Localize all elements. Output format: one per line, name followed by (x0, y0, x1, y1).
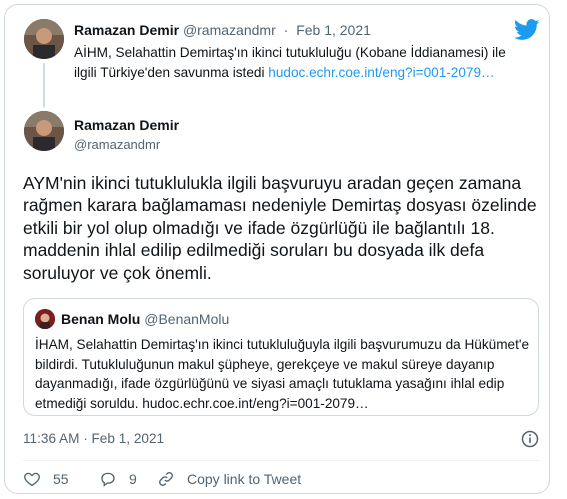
reply-icon (101, 472, 115, 487)
info-icon[interactable] (521, 430, 539, 448)
parent-author-handle[interactable]: @ramazandmr (183, 22, 276, 38)
quoted-tweet[interactable]: Benan Molu @BenanMolu İHAM, Selahattin D… (23, 298, 539, 416)
reply-button[interactable]: 9 (99, 470, 137, 488)
quoted-header: Benan Molu @BenanMolu (61, 311, 229, 327)
quoted-author-name: Benan Molu (61, 311, 141, 327)
author-handle[interactable]: @ramazandmr (74, 137, 160, 152)
quoted-tweet-text: İHAM, Selahattin Demirtaş'ın ikinci tutu… (35, 337, 530, 411)
author-name[interactable]: Ramazan Demir (74, 117, 179, 133)
heart-icon (24, 472, 40, 487)
tweet-timestamp[interactable]: 11:36 AM · Feb 1, 2021 (23, 431, 164, 446)
parent-date[interactable]: Feb 1, 2021 (296, 22, 371, 38)
thread-connector-line (43, 63, 45, 107)
parent-author-name[interactable]: Ramazan Demir (74, 22, 179, 38)
parent-header: Ramazan Demir @ramazandmr · Feb 1, 2021 (74, 22, 371, 38)
link-icon (159, 472, 173, 486)
quoted-author-handle: @BenanMolu (144, 311, 230, 327)
quoted-author-avatar (35, 309, 55, 329)
copy-link-label: Copy link to Tweet (187, 471, 302, 487)
parent-avatar[interactable] (24, 19, 64, 59)
like-count: 55 (53, 471, 69, 487)
actions-divider (23, 460, 539, 461)
tweet-card: Ramazan Demir @ramazandmr · Feb 1, 2021 … (4, 4, 550, 494)
copy-link-button[interactable]: Copy link to Tweet (157, 470, 301, 488)
like-button[interactable]: 55 (23, 470, 69, 488)
parent-tweet-link[interactable]: hudoc.echr.coe.int/eng?i=001-2079… (268, 65, 494, 80)
author-avatar[interactable] (24, 111, 64, 151)
reply-count: 9 (129, 471, 137, 487)
tweet-text: AYM'nin ikinci tutuklulukla ilgili başvu… (23, 173, 537, 283)
parent-tweet-text: AİHM, Selahattin Demirtaş'ın ikinci tutu… (74, 43, 524, 83)
twitter-bird-icon[interactable] (514, 19, 540, 41)
parent-separator: · (283, 22, 289, 38)
